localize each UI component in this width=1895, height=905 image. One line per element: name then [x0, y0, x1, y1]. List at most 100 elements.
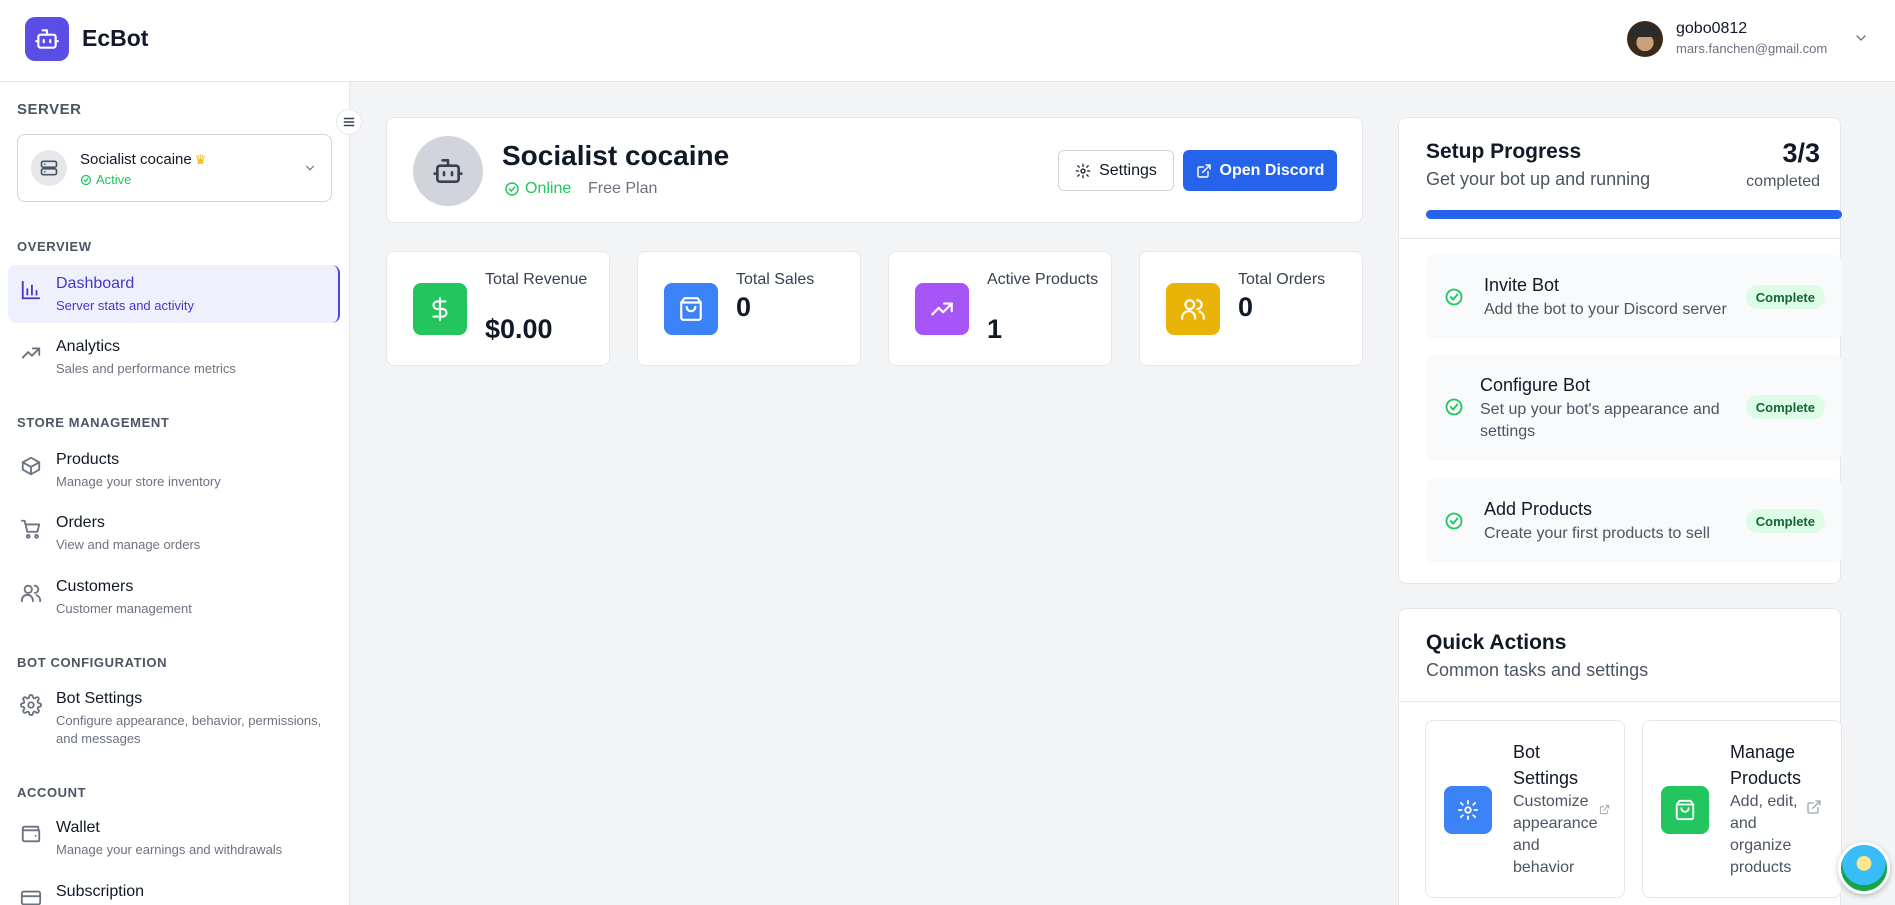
- step-desc: Create your first products to sell: [1484, 525, 1710, 542]
- section-account: ACCOUNT: [17, 785, 87, 800]
- stat-card-revenue: Total Revenue $0.00: [386, 251, 610, 366]
- action-desc: Add, edit, and organize products: [1730, 793, 1798, 876]
- status-badge: Online: [504, 180, 571, 198]
- gear-icon: [1075, 163, 1091, 178]
- sidebar-item-label: Subscription: [56, 883, 145, 900]
- step-title: Configure Bot: [1480, 375, 1591, 395]
- setup-progress-title: Setup Progress: [1426, 140, 1582, 163]
- stat-label: Total Revenue: [485, 271, 588, 288]
- sidebar-item-desc: Server stats and activity: [56, 298, 194, 313]
- progress-count: 3/3: [1782, 138, 1820, 168]
- step-desc: Add the bot to your Discord server: [1484, 301, 1727, 318]
- check-circle-icon: [1444, 287, 1464, 307]
- server-selector[interactable]: Socialist cocaine ♛ Active: [17, 134, 332, 202]
- sidebar-item-label: Products: [56, 451, 120, 468]
- progress-label: completed: [1746, 173, 1820, 190]
- stat-value: 0: [1238, 292, 1254, 322]
- shopping-bag-icon: [1661, 786, 1709, 834]
- plan-label: Free Plan: [588, 180, 658, 197]
- server-icon: [31, 150, 67, 186]
- sidebar-item-desc: Manage your earnings and withdrawals: [56, 842, 283, 857]
- check-circle-icon: [1444, 397, 1464, 417]
- sidebar-item-desc: View and manage orders: [56, 537, 201, 552]
- setup-progress-panel: Setup Progress Get your bot up and runni…: [1398, 117, 1842, 584]
- bot-avatar: [413, 136, 483, 206]
- chart-bar-icon: [20, 279, 42, 301]
- stat-label: Total Sales: [736, 271, 815, 288]
- chevron-down-icon[interactable]: [1853, 30, 1869, 51]
- stat-value: $0.00: [485, 314, 553, 344]
- sidebar-item-label: Analytics: [56, 338, 121, 355]
- user-email: mars.fanchen@gmail.com: [1676, 41, 1828, 56]
- external-link-icon: [1806, 799, 1822, 820]
- gear-icon: [1444, 786, 1492, 834]
- settings-button[interactable]: Settings: [1058, 150, 1174, 191]
- trending-up-icon: [20, 342, 42, 364]
- check-circle-icon: [1444, 511, 1464, 531]
- step-title: Invite Bot: [1484, 275, 1560, 295]
- sidebar-item-label: Dashboard: [56, 275, 135, 292]
- cart-icon: [20, 518, 42, 540]
- stat-card-orders: Total Orders 0: [1139, 251, 1363, 366]
- users-icon: [1166, 283, 1220, 335]
- gear-icon: [20, 694, 42, 716]
- avatar[interactable]: [1627, 21, 1663, 57]
- stat-label: Total Orders: [1238, 271, 1326, 288]
- box-icon: [20, 455, 42, 477]
- status-badge: Complete: [1745, 509, 1825, 533]
- wallet-icon: [20, 823, 42, 845]
- sidebar-item-products[interactable]: Products Manage your store inventory: [8, 441, 340, 499]
- collapse-sidebar-button[interactable]: [336, 109, 362, 135]
- sidebar-item-dashboard[interactable]: Dashboard Server stats and activity: [8, 265, 340, 323]
- top-bar: EcBot gobo0812 mars.fanchen@gmail.com: [0, 0, 1895, 82]
- server-section-label: SERVER: [17, 101, 82, 118]
- setup-progress-subtitle: Get your bot up and running: [1426, 169, 1651, 189]
- card-icon: [20, 887, 42, 905]
- action-title: Bot Settings: [1513, 742, 1579, 788]
- sidebar-item-wallet[interactable]: Wallet Manage your earnings and withdraw…: [8, 809, 340, 867]
- status-badge: Complete: [1745, 395, 1825, 419]
- stat-card-active-products: Active Products 1: [888, 251, 1112, 366]
- sidebar-item-customers[interactable]: Customers Customer management: [8, 568, 340, 626]
- section-overview: OVERVIEW: [17, 239, 92, 254]
- sidebar-item-label: Wallet: [56, 819, 100, 836]
- chevron-down-icon: [303, 161, 317, 180]
- server-overview-card: Socialist cocaine Online Free Plan Setti…: [386, 117, 1363, 223]
- sidebar-item-desc: Sales and performance metrics: [56, 361, 236, 376]
- stat-card-sales: Total Sales 0: [637, 251, 861, 366]
- section-bot-configuration: BOT CONFIGURATION: [17, 655, 168, 670]
- progress-bar: [1426, 210, 1842, 219]
- sidebar-item-label: Bot Settings: [56, 690, 143, 707]
- step-title: Add Products: [1484, 499, 1593, 519]
- sidebar-item-desc: Manage your store inventory: [56, 474, 221, 489]
- action-title: Manage Products: [1730, 742, 1802, 788]
- trending-up-icon: [915, 283, 969, 335]
- progress-fill: [1426, 210, 1842, 219]
- step-desc: Set up your bot's appearance and setting…: [1480, 401, 1720, 440]
- setup-step-configure-bot: Configure Bot Set up your bot's appearan…: [1426, 355, 1842, 460]
- quick-actions-subtitle: Common tasks and settings: [1426, 660, 1649, 680]
- user-name[interactable]: gobo0812: [1676, 20, 1747, 38]
- brand-name[interactable]: EcBot: [82, 25, 148, 52]
- divider: [1399, 701, 1840, 702]
- action-desc: Customize appearance and behavior: [1513, 793, 1598, 876]
- open-discord-button[interactable]: Open Discord: [1183, 150, 1337, 191]
- sidebar-item-label: Customers: [56, 578, 134, 595]
- sidebar-item-desc: Customer management: [56, 601, 192, 616]
- robot-logo-icon[interactable]: [25, 17, 69, 61]
- users-icon: [20, 582, 42, 604]
- sidebar-item-bot-settings[interactable]: Bot Settings Configure appearance, behav…: [8, 680, 340, 752]
- divider: [1399, 238, 1840, 239]
- quick-action-bot-settings[interactable]: Bot Settings Customize appearance and be…: [1425, 720, 1625, 898]
- floating-assistant-icon[interactable]: [1838, 842, 1890, 894]
- sidebar-item-orders[interactable]: Orders View and manage orders: [8, 504, 340, 562]
- status-badge: Complete: [1745, 285, 1825, 309]
- quick-action-manage-products[interactable]: Manage Products Add, edit, and organize …: [1642, 720, 1842, 898]
- sidebar-item-analytics[interactable]: Analytics Sales and performance metrics: [8, 328, 340, 386]
- stat-value: 0: [736, 292, 752, 322]
- setup-step-invite-bot: Invite Bot Add the bot to your Discord s…: [1426, 255, 1842, 339]
- section-store-management: STORE MANAGEMENT: [17, 415, 170, 430]
- sidebar-item-subscription[interactable]: Subscription: [8, 873, 340, 905]
- sidebar-item-label: Orders: [56, 514, 105, 531]
- shopping-bag-icon: [664, 283, 718, 335]
